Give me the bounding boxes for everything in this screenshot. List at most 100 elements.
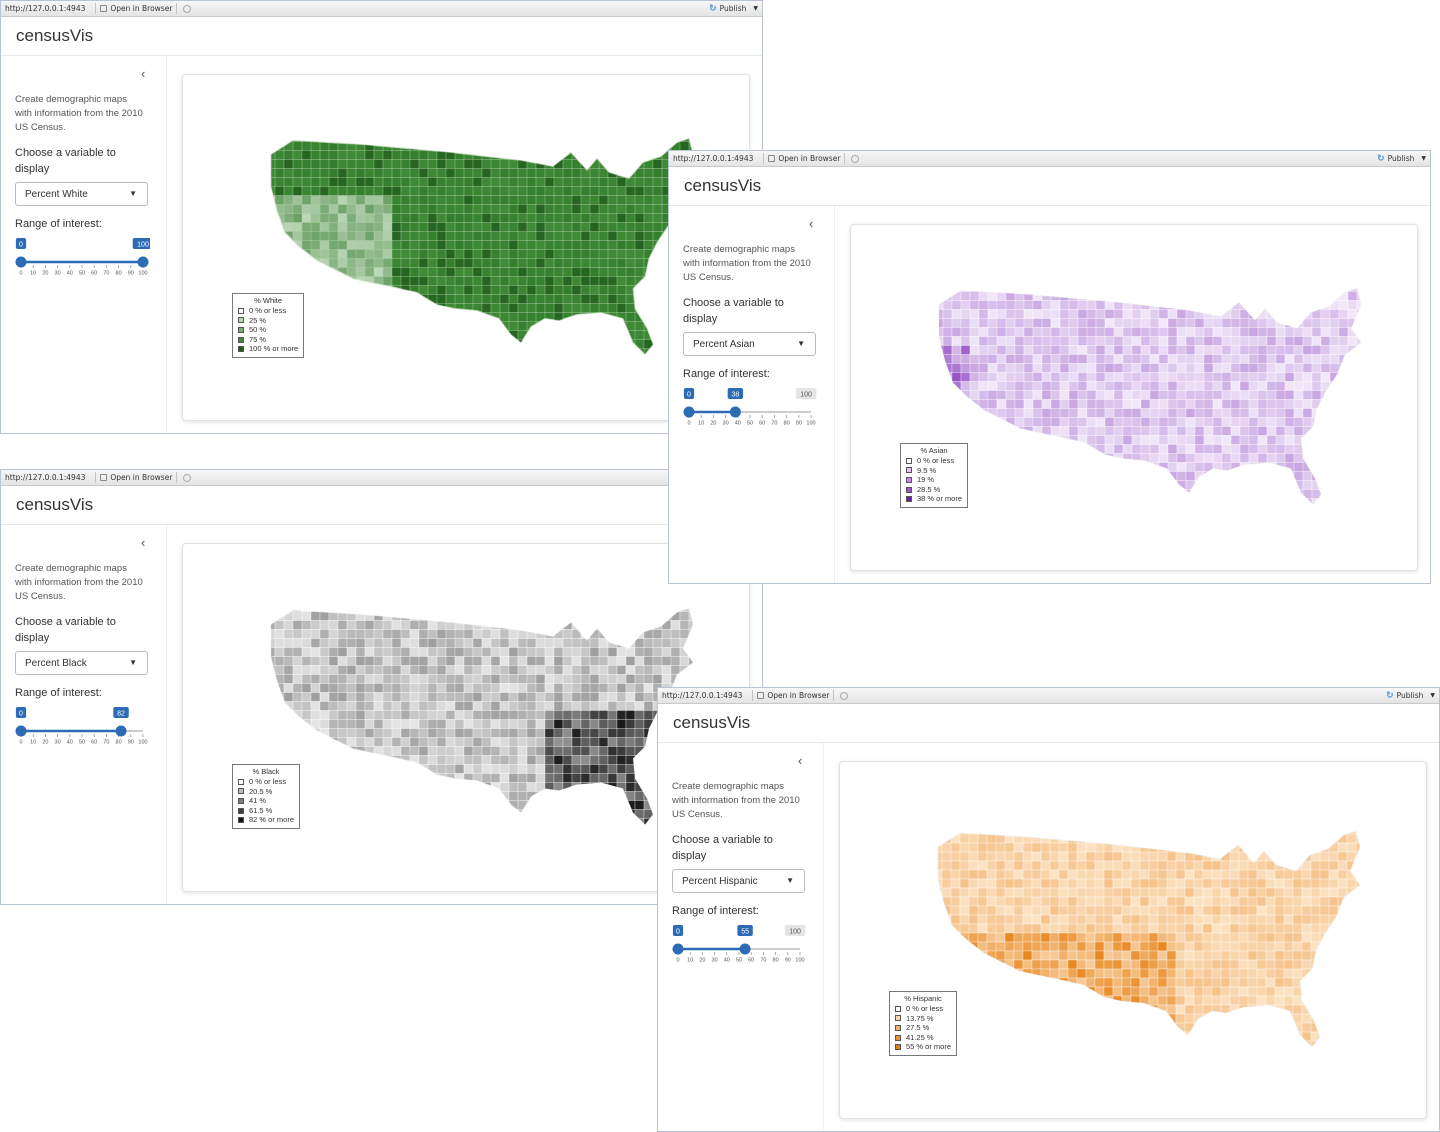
slider-low-handle[interactable]: [15, 256, 27, 268]
open-in-browser-button[interactable]: Open in Browser: [757, 691, 829, 700]
variable-select[interactable]: Percent Asian ▼: [683, 332, 816, 356]
county-cell: [1130, 950, 1141, 961]
county-cell: [274, 611, 285, 621]
county-cell: [346, 231, 357, 241]
open-in-browser-button[interactable]: Open in Browser: [768, 154, 840, 163]
county-cell: [1112, 860, 1123, 871]
county-cell: [310, 159, 321, 169]
range-slider[interactable]: 0 10 20 30 40 50 60 70 80 90 1000 100: [15, 236, 150, 276]
county-cell: [463, 249, 474, 259]
county-cell: [445, 608, 456, 612]
county-cell: [1050, 390, 1061, 400]
county-cell: [553, 674, 564, 684]
range-slider[interactable]: 0 10 20 30 40 50 60 70 80 90 1000 38 100: [683, 386, 818, 426]
slider-low-handle[interactable]: [672, 943, 684, 955]
county-cell: [1328, 959, 1339, 970]
county-cell: [1302, 345, 1313, 355]
refresh-icon[interactable]: [183, 473, 192, 482]
chevron-down-icon[interactable]: ▼: [753, 5, 758, 12]
county-cell: [589, 611, 600, 621]
county-cell: [1185, 453, 1196, 463]
county-cell: [1139, 923, 1150, 934]
county-cell: [1266, 309, 1277, 319]
county-cell: [1086, 462, 1097, 472]
county-cell: [436, 231, 447, 241]
variable-select[interactable]: Percent Hispanic ▼: [672, 869, 805, 893]
county-cell: [454, 276, 465, 286]
county-cell: [1221, 417, 1232, 427]
county-cell: [490, 791, 501, 801]
county-cell: [1004, 887, 1015, 898]
county-cell: [554, 358, 563, 367]
county-cell: [977, 896, 988, 907]
county-cell: [960, 309, 971, 319]
county-cell: [1337, 977, 1348, 988]
publish-button[interactable]: ↻Publish▼: [1377, 154, 1426, 164]
county-cell: [328, 195, 339, 205]
slider-tick-label: 20: [42, 740, 48, 746]
county-cell: [401, 358, 410, 367]
county-cell: [292, 222, 303, 232]
slider-low-handle[interactable]: [683, 406, 695, 418]
chevron-left-icon[interactable]: ‹: [141, 535, 145, 550]
county-cell: [553, 204, 564, 214]
open-in-browser-button[interactable]: Open in Browser: [100, 473, 172, 482]
chevron-left-icon[interactable]: ‹: [809, 216, 813, 231]
county-cell: [1239, 444, 1250, 454]
county-cell: [445, 710, 456, 720]
county-cell: [1122, 318, 1133, 328]
county-cell: [688, 138, 693, 142]
county-cell: [490, 249, 501, 259]
open-in-browser-button[interactable]: Open in Browser: [100, 4, 172, 13]
variable-select[interactable]: Percent White ▼: [15, 182, 148, 206]
county-cell: [1365, 969, 1374, 978]
county-cell: [400, 204, 411, 214]
county-cell: [463, 330, 474, 340]
publish-button[interactable]: ↻Publish▼: [1386, 691, 1435, 701]
county-cell: [1050, 291, 1061, 301]
county-cell: [661, 647, 672, 657]
range-slider[interactable]: 0 10 20 30 40 50 60 70 80 90 1000 82: [15, 705, 150, 745]
county-cell: [526, 773, 537, 783]
county-cell: [472, 138, 483, 142]
chevron-left-icon[interactable]: ‹: [141, 66, 145, 81]
slider-high-handle[interactable]: [137, 256, 149, 268]
slider-high-handle[interactable]: [729, 406, 741, 418]
county-cell: [418, 620, 429, 630]
county-cell: [1355, 977, 1360, 988]
county-cell: [1266, 372, 1277, 382]
county-cell: [427, 629, 438, 639]
chevron-left-icon[interactable]: ‹: [798, 753, 802, 768]
county-cell: [1355, 941, 1360, 952]
slider-high-handle[interactable]: [739, 943, 751, 955]
county-cell: [598, 195, 609, 205]
variable-select[interactable]: Percent Black ▼: [15, 651, 148, 675]
publish-button[interactable]: ↻Publish▼: [709, 4, 758, 14]
county-cell: [409, 692, 420, 702]
county-cell: [1041, 480, 1052, 490]
county-cell: [1050, 288, 1061, 292]
county-cell: [1248, 345, 1259, 355]
county-cell: [1274, 833, 1285, 844]
county-cell: [1248, 309, 1259, 319]
county-cell: [454, 656, 465, 666]
refresh-icon[interactable]: [183, 4, 192, 13]
county-cell: [1068, 336, 1079, 346]
chevron-down-icon[interactable]: ▼: [1430, 692, 1435, 699]
county-cell: [634, 240, 645, 250]
slider-low-badge-label: 0: [19, 242, 23, 249]
county-cell: [1158, 345, 1169, 355]
county-cell: [1248, 291, 1259, 301]
chevron-down-icon[interactable]: ▼: [1421, 155, 1426, 162]
county-cell: [1329, 300, 1340, 310]
range-slider[interactable]: 0 10 20 30 40 50 60 70 80 90 1000 55 100: [672, 923, 807, 963]
county-cell: [1301, 878, 1312, 889]
county-cell: [292, 231, 303, 241]
slider-high-handle[interactable]: [115, 725, 127, 737]
refresh-icon[interactable]: [840, 691, 849, 700]
slider-low-handle[interactable]: [15, 725, 27, 737]
refresh-icon[interactable]: [851, 154, 860, 163]
county-cell: [1220, 914, 1231, 925]
county-cell: [373, 608, 384, 612]
county-cell: [625, 656, 636, 666]
